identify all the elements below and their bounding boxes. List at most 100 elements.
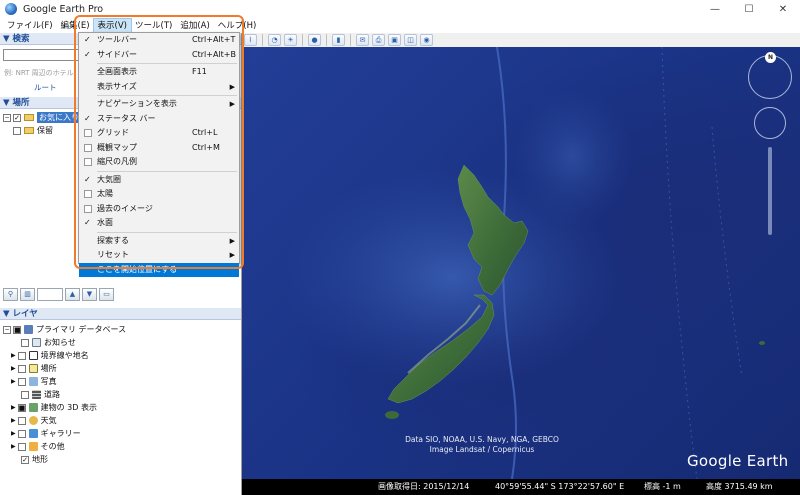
checkbox[interactable]: ✓ bbox=[13, 113, 21, 122]
search-icon[interactable]: ⚲ bbox=[3, 287, 18, 301]
zoom-slider[interactable] bbox=[768, 147, 772, 235]
layer-row[interactable]: ▶ 境界線や地名 bbox=[0, 349, 241, 362]
layer-row[interactable]: ▶ その他 bbox=[0, 440, 241, 453]
close-button[interactable]: ✕ bbox=[766, 0, 800, 18]
expand-arrow-icon[interactable]: ▶ bbox=[11, 430, 16, 437]
checkbox[interactable] bbox=[17, 377, 26, 386]
menu-item-overview-map[interactable]: 概観マップ Ctrl+M bbox=[79, 141, 239, 156]
menu-item-label: ナビゲーションを表示 bbox=[97, 99, 177, 108]
expand-arrow-icon[interactable]: ▶ bbox=[11, 352, 16, 359]
menu-item-explore[interactable]: 探索する ▶ bbox=[79, 234, 239, 249]
layer-row[interactable]: ▶ 天気 bbox=[0, 414, 241, 427]
menu-item-reset[interactable]: リセット ▶ bbox=[79, 248, 239, 263]
checkbox[interactable] bbox=[17, 364, 26, 373]
sun-icon[interactable]: ☀ bbox=[284, 34, 297, 46]
layer-row[interactable]: お知らせ bbox=[0, 336, 241, 349]
menu-item-label: 水面 bbox=[97, 218, 113, 227]
layers-tree: − ■ プライマリ データベース お知らせ ▶ 境界線や地名 ▶ 場所 ▶ 写真 bbox=[0, 323, 241, 466]
layers-section-header[interactable]: ▼ レイヤ bbox=[0, 308, 241, 320]
menu-item-scale-legend[interactable]: 縮尺の凡例 bbox=[79, 155, 239, 170]
collapse-toggle[interactable]: − bbox=[3, 325, 11, 334]
minimize-button[interactable]: — bbox=[698, 0, 732, 18]
layer-row[interactable]: 道路 bbox=[0, 388, 241, 401]
menu-item-sun[interactable]: 太陽 bbox=[79, 187, 239, 202]
historical-imagery-icon[interactable]: ◔ bbox=[268, 34, 281, 46]
menu-item-label: 全画面表示 bbox=[97, 67, 137, 76]
menu-item-sidebar[interactable]: ✓ サイドバー Ctrl+Alt+B bbox=[79, 48, 239, 63]
expand-arrow-icon[interactable]: ▶ bbox=[11, 365, 16, 372]
menu-item-show-navigation[interactable]: ナビゲーションを表示 ▶ bbox=[79, 97, 239, 112]
checkbox[interactable] bbox=[13, 126, 21, 135]
checkbox[interactable] bbox=[21, 338, 29, 347]
toolbar: ⌇ ◔ ☀ ● ▮ ✉ ⎙ ▣ ◫ ◉ bbox=[242, 33, 800, 47]
collapse-toggle[interactable]: − bbox=[3, 113, 11, 122]
layer-label: 地形 bbox=[32, 455, 48, 464]
menu-item-grid[interactable]: グリッド Ctrl+L bbox=[79, 126, 239, 141]
layer-row[interactable]: ▶ 場所 bbox=[0, 362, 241, 375]
coordinates-readout: 40°59'55.44" S 173°22'57.60" E bbox=[495, 482, 625, 491]
layer-row[interactable]: − ■ プライマリ データベース bbox=[0, 323, 241, 336]
menu-item-toolbar[interactable]: ✓ ツールバー Ctrl+Alt+T bbox=[79, 33, 239, 48]
planets-icon[interactable]: ● bbox=[308, 34, 321, 46]
expand-arrow-icon[interactable]: ▶ bbox=[11, 378, 16, 385]
layer-label: 写真 bbox=[40, 377, 57, 386]
menu-item-view-size[interactable]: 表示サイズ ▶ bbox=[79, 80, 239, 95]
menu-item-label: ここを開始位置にする bbox=[97, 264, 178, 274]
menu-item-make-start-location[interactable]: ここを開始位置にする bbox=[79, 262, 239, 277]
menu-item-status-bar[interactable]: ✓ ステータス バー bbox=[79, 112, 239, 127]
print-icon[interactable]: ⎙ bbox=[372, 34, 385, 46]
north-indicator[interactable]: N bbox=[765, 52, 776, 63]
checkbox-icon bbox=[84, 204, 92, 213]
checkbox-icon bbox=[84, 158, 92, 166]
checkbox[interactable]: ■ bbox=[17, 403, 26, 412]
google-maps-icon[interactable]: ◫ bbox=[404, 34, 417, 46]
menu-item-label: グリッド bbox=[97, 128, 129, 137]
maximize-button[interactable]: ☐ bbox=[732, 0, 766, 18]
menu-tools[interactable]: ツール(T) bbox=[131, 19, 176, 33]
layer-row[interactable]: ▶ 写真 bbox=[0, 375, 241, 388]
checkbox[interactable] bbox=[21, 390, 29, 399]
email-icon[interactable]: ✉ bbox=[356, 34, 369, 46]
layer-row[interactable]: ▶ ■ 建物の 3D 表示 bbox=[0, 401, 241, 414]
ruler-icon[interactable]: ⌇ bbox=[244, 34, 257, 46]
layer-row[interactable]: ✓ 地形 bbox=[0, 453, 241, 466]
chatham-islands bbox=[759, 341, 765, 345]
move-joystick[interactable] bbox=[754, 107, 786, 139]
menu-item-fullscreen[interactable]: 全画面表示 F11 bbox=[79, 65, 239, 80]
menu-item-atmosphere[interactable]: ✓ 大気圏 bbox=[79, 173, 239, 188]
menu-item-shortcut: Ctrl+Alt+T bbox=[192, 35, 236, 44]
checkbox[interactable] bbox=[17, 351, 26, 360]
move-down-icon[interactable]: ▼ bbox=[82, 287, 97, 301]
map-view[interactable]: N Data SIO, NOAA, U.S. Navy, NGA, GEBCO … bbox=[242, 47, 800, 479]
menu-view[interactable]: 表示(V) bbox=[92, 17, 133, 34]
save-image-icon[interactable]: ▣ bbox=[388, 34, 401, 46]
menu-edit[interactable]: 編集(E) bbox=[57, 19, 94, 33]
google-earth-logo: Google Earth bbox=[687, 452, 789, 470]
checkbox[interactable]: ■ bbox=[13, 325, 21, 334]
menu-item-water-surface[interactable]: ✓ 水面 bbox=[79, 216, 239, 231]
layer-row[interactable]: ▶ ギャラリー bbox=[0, 427, 241, 440]
layer-label: その他 bbox=[40, 442, 65, 451]
ruler-tool-icon[interactable]: ▮ bbox=[332, 34, 345, 46]
earth-gallery-icon[interactable]: ◉ bbox=[420, 34, 433, 46]
checkbox[interactable] bbox=[17, 429, 26, 438]
add-folder-icon[interactable]: ▭ bbox=[99, 287, 114, 301]
panel-toggle-icon[interactable]: ▥ bbox=[20, 287, 35, 301]
layer-label: 建物の 3D 表示 bbox=[40, 403, 97, 412]
search-places-field[interactable] bbox=[37, 287, 63, 301]
expand-arrow-icon[interactable]: ▶ bbox=[11, 404, 16, 411]
move-up-icon[interactable]: ▲ bbox=[65, 287, 80, 301]
altitude-readout: 高度 3715.49 km bbox=[706, 482, 773, 491]
expand-arrow-icon[interactable]: ▶ bbox=[11, 417, 16, 424]
menu-help[interactable]: ヘルプ(H) bbox=[214, 19, 261, 33]
route-link[interactable]: ルート bbox=[34, 82, 57, 93]
search-input[interactable] bbox=[3, 49, 83, 61]
menu-file[interactable]: ファイル(F) bbox=[3, 19, 57, 33]
elevation-readout: 標高 -1 m bbox=[644, 482, 681, 491]
expand-arrow-icon[interactable]: ▶ bbox=[11, 443, 16, 450]
checkbox[interactable] bbox=[17, 416, 26, 425]
checkbox[interactable] bbox=[17, 442, 26, 451]
menu-add[interactable]: 追加(A) bbox=[176, 19, 213, 33]
checkbox[interactable]: ✓ bbox=[21, 455, 29, 464]
menu-item-historical-imagery[interactable]: 過去のイメージ bbox=[79, 202, 239, 217]
